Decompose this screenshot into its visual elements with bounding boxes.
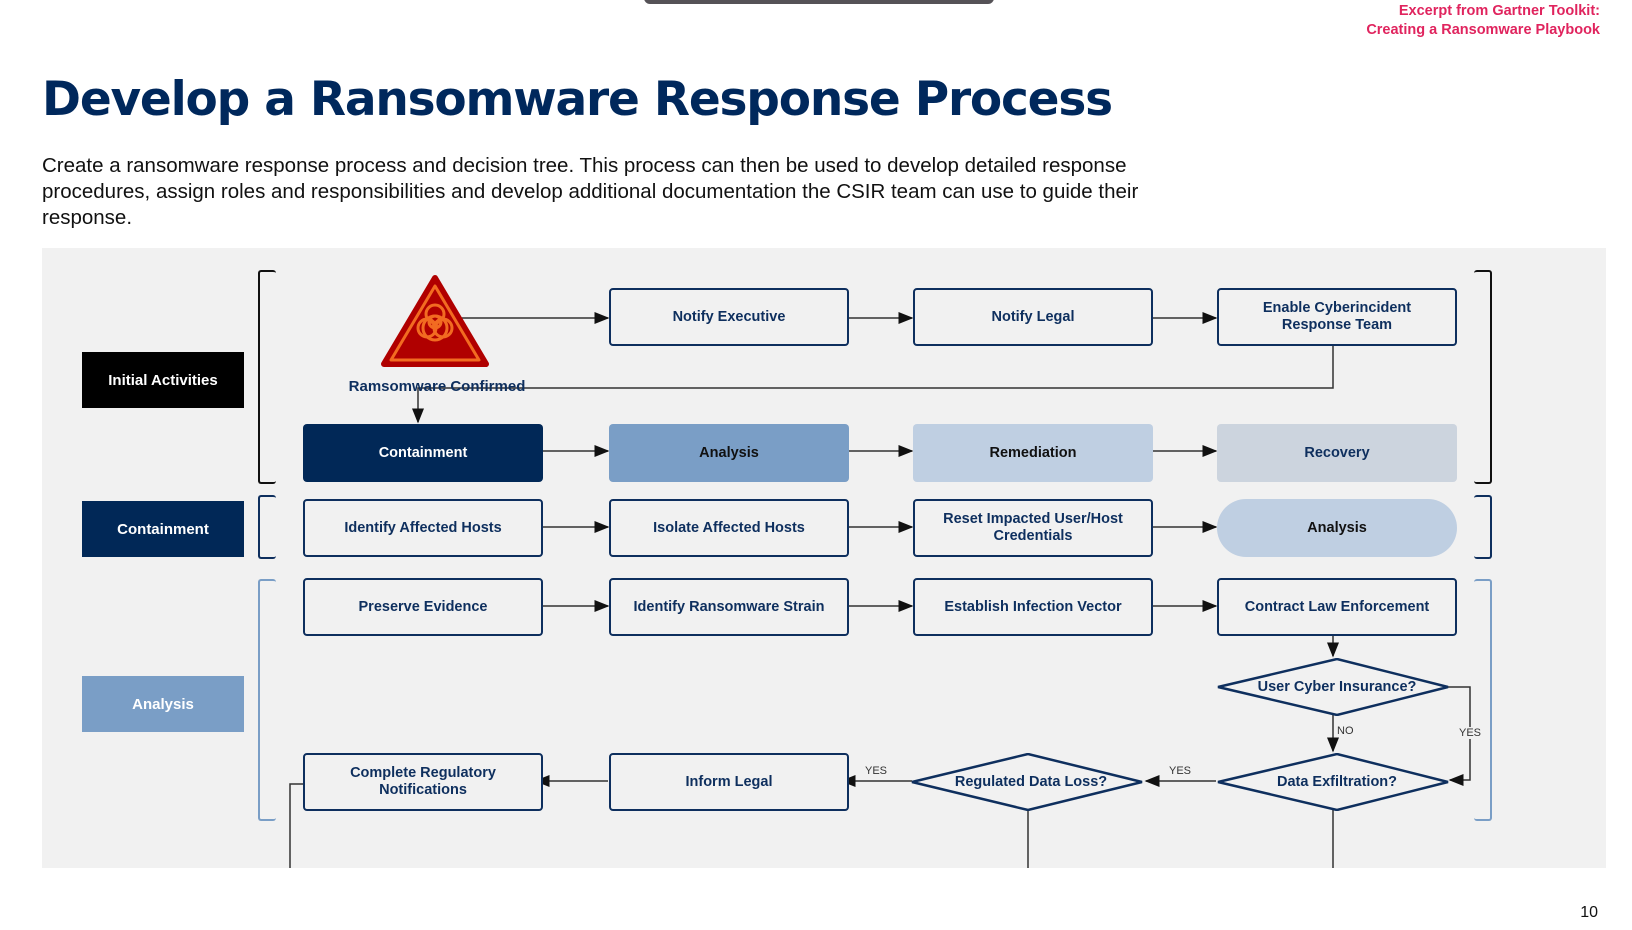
node-notify-executive: Notify Executive xyxy=(609,288,849,346)
bracket-analysis-left xyxy=(258,579,276,821)
node-reset-credentials: Reset Impacted User/Host Credentials xyxy=(913,499,1153,557)
ransomware-confirmed-label: Ramsomware Confirmed xyxy=(348,378,526,395)
source-excerpt-note: Excerpt from Gartner Toolkit: Creating a… xyxy=(1366,2,1600,40)
page-number: 10 xyxy=(1580,904,1598,921)
decision-data-exfiltration: Data Exfiltration? xyxy=(1217,753,1457,811)
node-identify-strain: Identify Ransomware Strain xyxy=(609,578,849,636)
response-process-diagram: Initial Activities Containment Analysis … xyxy=(42,248,1606,868)
node-contact-law-enforcement: Contract Law Enforcement xyxy=(1217,578,1457,636)
node-preserve-evidence: Preserve Evidence xyxy=(303,578,543,636)
page-title: Develop a Ransomware Response Process xyxy=(42,72,1113,127)
decision-cyber-insurance-text: User Cyber Insurance? xyxy=(1257,678,1417,695)
node-enable-csirt: Enable Cyberincident Response Team xyxy=(1217,288,1457,346)
edge-label-yes-insurance: YES xyxy=(1458,727,1483,739)
bracket-initial-left xyxy=(258,270,276,484)
edge-label-yes-regulated: YES xyxy=(864,765,889,777)
edge-label-no: NO xyxy=(1336,725,1355,737)
excerpt-line-2: Creating a Ransomware Playbook xyxy=(1366,22,1600,38)
node-regulatory-notifications: Complete Regulatory Notifications xyxy=(303,753,543,811)
lane-label-initial-activities: Initial Activities xyxy=(82,352,244,408)
lane-label-containment: Containment xyxy=(82,501,244,557)
node-inform-legal: Inform Legal xyxy=(609,753,849,811)
decision-data-exfiltration-text: Data Exfiltration? xyxy=(1276,773,1398,790)
decision-regulated-data-loss: Regulated Data Loss? xyxy=(911,753,1151,811)
decision-cyber-insurance: User Cyber Insurance? xyxy=(1217,658,1457,716)
lane-label-analysis: Analysis xyxy=(82,676,244,732)
line-regulatory-continue xyxy=(289,783,303,868)
excerpt-line-1: Excerpt from Gartner Toolkit: xyxy=(1398,3,1600,19)
decision-regulated-data-loss-text: Regulated Data Loss? xyxy=(954,773,1108,790)
window-drag-handle[interactable] xyxy=(644,0,994,4)
node-identify-affected-hosts: Identify Affected Hosts xyxy=(303,499,543,557)
edge-label-yes-exfiltration: YES xyxy=(1168,765,1193,777)
biohazard-warning-icon xyxy=(381,275,489,367)
node-isolate-affected-hosts: Isolate Affected Hosts xyxy=(609,499,849,557)
bracket-containment-right xyxy=(1474,495,1492,559)
node-goto-analysis: Analysis xyxy=(1217,499,1457,557)
phase-recovery: Recovery xyxy=(1217,424,1457,482)
bracket-analysis-right xyxy=(1474,579,1492,821)
intro-paragraph: Create a ransomware response process and… xyxy=(42,154,1139,229)
phase-remediation: Remediation xyxy=(913,424,1153,482)
arrow-csirt-to-containment xyxy=(412,345,1334,424)
node-infection-vector: Establish Infection Vector xyxy=(913,578,1153,636)
bracket-containment-left xyxy=(258,495,276,559)
bracket-initial-right xyxy=(1474,270,1492,484)
phase-containment: Containment xyxy=(303,424,543,482)
node-notify-legal: Notify Legal xyxy=(913,288,1153,346)
phase-analysis: Analysis xyxy=(609,424,849,482)
